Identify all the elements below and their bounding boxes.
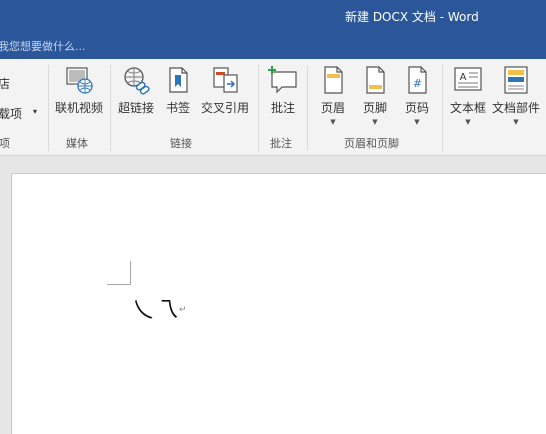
paragraph-mark: ↵ <box>179 305 187 315</box>
margin-crop-mark <box>130 261 131 285</box>
comment-icon <box>268 66 297 94</box>
quick-parts-label: 文档部件 <box>491 101 540 115</box>
group-label-media: 媒体 <box>66 137 88 150</box>
footer-icon <box>366 66 385 94</box>
comment-label: 批注 <box>270 101 295 115</box>
page-number-icon: # <box>408 66 427 94</box>
online-video-label: 联机视频 <box>54 101 103 115</box>
document-workspace: 乀乁 ↵ <box>0 156 546 434</box>
group-label-header-footer: 页眉和页脚 <box>344 137 399 150</box>
chevron-down-icon: ▼ <box>372 118 378 126</box>
header-icon <box>324 66 343 94</box>
group-separator <box>110 65 111 151</box>
bookmark-icon <box>169 67 188 93</box>
bookmark-label: 书签 <box>165 101 190 115</box>
hyperlink-button[interactable]: 超链接 <box>115 65 157 131</box>
page-number-label: 页码 <box>404 101 429 115</box>
hyperlink-label: 超链接 <box>117 101 154 115</box>
new-comment-button[interactable]: 批注 <box>264 65 302 131</box>
group-label-links: 链接 <box>170 137 192 150</box>
quick-parts-icon <box>504 66 528 94</box>
group-separator <box>258 65 259 151</box>
hyperlink-icon <box>124 67 150 95</box>
group-separator <box>442 65 443 151</box>
title-bar: 新建 DOCX 文档 - Word <box>0 0 546 30</box>
svg-text:A: A <box>460 72 467 83</box>
document-page[interactable]: 乀乁 ↵ <box>11 173 546 434</box>
group-separator <box>307 65 308 151</box>
quick-parts-button[interactable]: 文档部件 ▼ <box>489 65 543 131</box>
tell-me-bar: 我您想要做什么... <box>0 30 546 59</box>
cross-reference-icon <box>213 67 238 93</box>
chevron-down-icon: ▼ <box>465 118 471 126</box>
text-box-label: 文本框 <box>449 101 486 115</box>
page-number-button[interactable]: # 页码 ▼ <box>399 65 435 131</box>
window-title: 新建 DOCX 文档 - Word <box>345 10 479 24</box>
footer-button[interactable]: 页脚 ▼ <box>357 65 393 131</box>
group-separator <box>48 65 49 151</box>
online-video-button[interactable]: 联机视频 <box>52 65 106 131</box>
tell-me-search[interactable]: 我您想要做什么... <box>0 38 86 54</box>
group-label-addins: 项 <box>0 137 10 150</box>
online-video-icon <box>66 67 93 94</box>
store-button[interactable]: 店 <box>0 75 10 92</box>
chevron-down-icon: ▼ <box>414 118 420 126</box>
chevron-down-icon[interactable]: ▾ <box>33 107 37 116</box>
header-label: 页眉 <box>320 101 345 115</box>
chevron-down-icon: ▼ <box>330 118 336 126</box>
text-box-button[interactable]: A 文本框 ▼ <box>447 65 489 131</box>
margin-crop-mark <box>107 284 131 285</box>
cross-reference-button[interactable]: 交叉引用 <box>198 65 252 131</box>
chevron-down-icon: ▼ <box>513 118 519 126</box>
header-button[interactable]: 页眉 ▼ <box>315 65 351 131</box>
group-label-comments: 批注 <box>270 137 292 150</box>
document-body-text[interactable]: 乀乁 <box>132 292 180 324</box>
my-addins-button[interactable]: 载项 <box>0 105 22 122</box>
text-box-icon: A <box>454 67 482 91</box>
svg-text:#: # <box>413 77 422 90</box>
footer-label: 页脚 <box>362 101 387 115</box>
cross-reference-label: 交叉引用 <box>200 101 249 115</box>
ribbon: 店 载项 ▾ 项 联机视频 媒体 超链接 书签 交叉引用 链接 批注 批注 页眉… <box>0 59 546 156</box>
bookmark-button[interactable]: 书签 <box>160 65 196 131</box>
